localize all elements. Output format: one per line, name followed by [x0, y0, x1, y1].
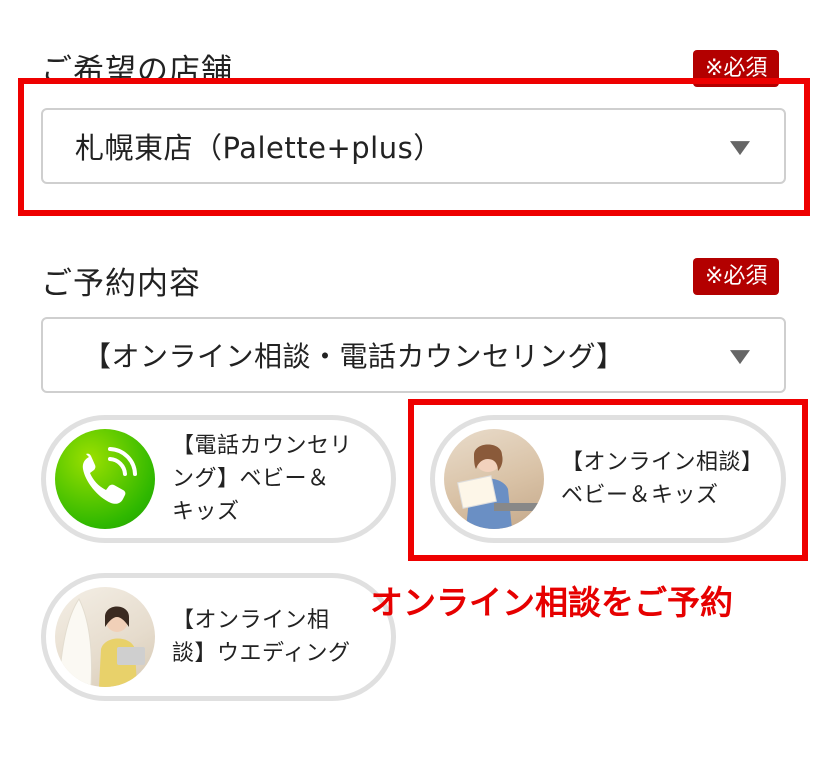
option-label-line: キッズ	[172, 499, 240, 525]
store-highlight-box	[18, 78, 810, 216]
option-label: 【電話カウンセリ ング】ベビー＆ キッズ	[172, 430, 352, 529]
option-label-line: ング】ベビー＆	[172, 466, 330, 492]
annotation-text: オンライン相談をご予約	[370, 583, 733, 622]
reservation-select[interactable]: 【オンライン相談・電話カウンセリング】	[41, 317, 786, 393]
phone-icon	[55, 429, 155, 529]
wedding-photo	[55, 587, 155, 687]
option-label: 【オンライン相 談】ウエディング	[172, 604, 350, 670]
option-phone-counseling-baby-kids[interactable]: 【電話カウンセリ ング】ベビー＆ キッズ	[41, 415, 396, 543]
option-label-line: 談】ウエディング	[172, 641, 351, 666]
reservation-required-badge: ※必須	[693, 258, 780, 295]
option-online-consultation-wedding[interactable]: 【オンライン相 談】ウエディング	[41, 573, 396, 701]
reservation-select-value: 【オンライン相談・電話カウンセリング】	[83, 340, 625, 373]
option-label-line: 【電話カウンセリ	[172, 433, 353, 459]
online-option-highlight-box	[408, 399, 808, 561]
option-label-line: 【オンライン相	[172, 608, 330, 633]
chevron-down-icon	[730, 350, 750, 365]
reservation-label: ご予約内容	[41, 266, 201, 302]
